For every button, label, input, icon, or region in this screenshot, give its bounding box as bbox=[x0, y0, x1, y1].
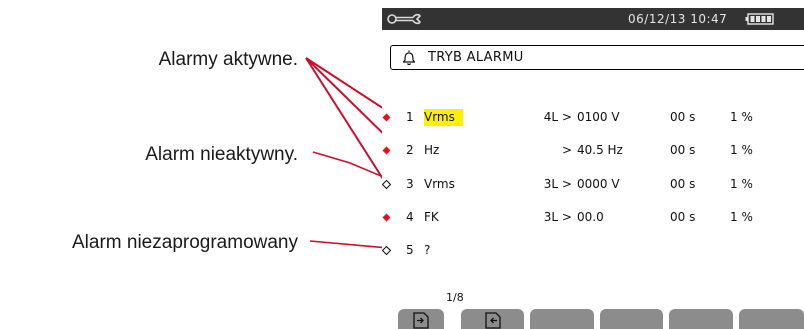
alarm-parameter: Vrms bbox=[424, 109, 463, 126]
battery-icon bbox=[745, 13, 774, 25]
inactive-alarm-diamond-icon bbox=[382, 245, 392, 256]
status-datetime: 06/12/13 10:47 bbox=[628, 12, 728, 26]
screen-title-bar: TRYB ALARMU bbox=[390, 45, 804, 70]
callout-unprogrammed-alarm: Alarm niezaprogramowany bbox=[72, 232, 298, 253]
softkey-5[interactable] bbox=[669, 309, 733, 329]
page-indicator: 1/8 bbox=[446, 291, 464, 304]
alarm-hysteresis: 1 % bbox=[730, 210, 753, 224]
alarm-phases: 4L > bbox=[543, 110, 572, 124]
alarm-row[interactable]: 3 Vrms 3L > 0000 V 00 s 1 % bbox=[382, 174, 804, 196]
inactive-alarm-diamond-icon bbox=[382, 179, 392, 190]
device-screen: 06/12/13 10:47 TRYB ALARMU 1 Vrms 4L > 0100… bbox=[382, 8, 804, 329]
callout-active-alarms: Alarmy aktywne. bbox=[158, 49, 298, 70]
alarm-hysteresis: 1 % bbox=[730, 177, 753, 191]
softkey-4[interactable] bbox=[600, 309, 663, 329]
status-bar: 06/12/13 10:47 bbox=[382, 8, 804, 30]
alarm-duration: 00 s bbox=[670, 177, 696, 191]
alarm-duration: 00 s bbox=[670, 210, 696, 224]
alarm-parameter: Vrms bbox=[424, 177, 455, 191]
wrench-icon bbox=[387, 13, 421, 25]
alarm-hysteresis: 1 % bbox=[730, 110, 753, 124]
page-forward-icon bbox=[413, 312, 429, 329]
alarm-hysteresis: 1 % bbox=[730, 143, 753, 157]
softkey-bar bbox=[382, 309, 804, 329]
softkey-page-forward[interactable] bbox=[398, 309, 444, 329]
softkey-3[interactable] bbox=[530, 309, 594, 329]
alarm-phases: > bbox=[561, 143, 572, 157]
alarm-threshold: 0100 V bbox=[577, 110, 620, 124]
softkey-page-back[interactable] bbox=[461, 309, 524, 329]
active-alarm-diamond-icon bbox=[382, 213, 391, 222]
alarm-number: 1 bbox=[406, 110, 414, 124]
page-back-icon bbox=[484, 312, 501, 329]
alarm-number: 2 bbox=[406, 143, 414, 157]
alarm-row[interactable]: 2 Hz >40.5 Hz 00 s 1 % bbox=[382, 140, 804, 162]
alarm-threshold: 0000 V bbox=[577, 177, 620, 191]
alarm-threshold: 40.5 Hz bbox=[577, 143, 623, 157]
alarm-duration: 00 s bbox=[670, 143, 696, 157]
alarm-phases: 3L > bbox=[543, 177, 572, 191]
active-alarm-diamond-icon bbox=[382, 146, 391, 155]
alarm-phases: 3L > bbox=[543, 210, 572, 224]
alarm-parameter: ? bbox=[424, 243, 431, 257]
alarm-number: 3 bbox=[406, 177, 414, 191]
alarm-row[interactable]: 4 FK 3L > 00.0 00 s 1 % bbox=[382, 207, 804, 229]
alarm-row[interactable]: 5? bbox=[382, 240, 804, 262]
callout-inactive-alarm: Alarm nieaktywny. bbox=[145, 144, 298, 165]
alarm-parameter: Hz bbox=[424, 143, 440, 157]
alarm-parameter: FK bbox=[424, 210, 439, 224]
alarm-threshold: 00.0 bbox=[577, 210, 604, 224]
alarm-number: 5 bbox=[406, 243, 414, 257]
softkey-6[interactable] bbox=[739, 309, 804, 329]
active-alarm-diamond-icon bbox=[382, 113, 391, 122]
bell-icon bbox=[402, 50, 416, 66]
alarm-number: 4 bbox=[406, 210, 414, 224]
alarm-duration: 00 s bbox=[670, 110, 696, 124]
alarm-row[interactable]: 1 Vrms 4L > 0100 V 00 s 1 % bbox=[382, 107, 804, 129]
page-title: TRYB ALARMU bbox=[428, 50, 524, 65]
